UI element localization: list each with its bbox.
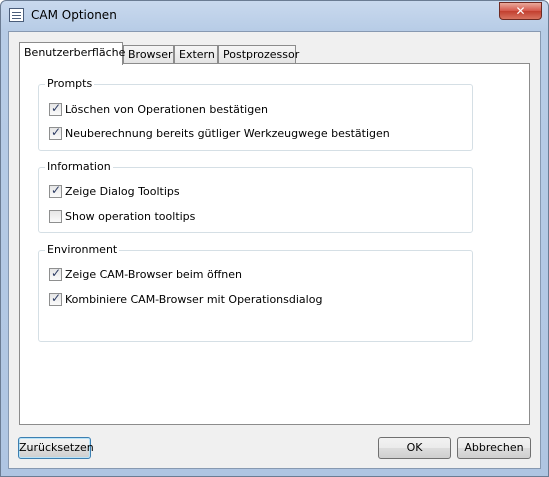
close-button[interactable]: ✕ [499, 2, 542, 20]
checkbox-label[interactable]: Show operation tooltips [65, 210, 195, 223]
window-icon [9, 8, 24, 22]
checkmark-icon: ✓ [51, 125, 62, 139]
window-title: CAM Optionen [31, 8, 117, 22]
group-label-environment: Environment [45, 243, 120, 256]
tab-browser[interactable]: Browser [123, 45, 174, 63]
checkbox-box[interactable] [49, 210, 62, 223]
tab-panel: Prompts ✓ Löschen von Operationen bestät… [19, 63, 530, 425]
group-information: Information ✓ Zeige Dialog Tooltips Show… [38, 160, 473, 233]
title-bar[interactable]: CAM Optionen ✕ [1, 1, 548, 31]
checkbox-label[interactable]: Kombiniere CAM-Browser mit Operationsdia… [65, 293, 322, 306]
tab-extern[interactable]: Extern [174, 45, 218, 63]
ok-button[interactable]: OK [378, 437, 451, 459]
checkbox-box[interactable]: ✓ [49, 291, 62, 306]
cancel-button[interactable]: Abbrechen [457, 437, 531, 459]
dialog-client-area: Benutzerberfläche Browser Extern Postpro… [8, 31, 541, 469]
group-label-information: Information [45, 160, 113, 173]
checkbox-box[interactable]: ✓ [49, 125, 62, 140]
checkmark-icon: ✓ [51, 183, 62, 197]
reset-button[interactable]: Zurücksetzen [18, 437, 94, 459]
checkmark-icon: ✓ [51, 101, 62, 115]
checkbox-box[interactable]: ✓ [49, 266, 62, 281]
tab-benutzeroberflaeche[interactable]: Benutzerberfläche [19, 42, 125, 65]
checkbox-label[interactable]: Neuberechnung bereits gütliger Werkzeugw… [65, 127, 390, 140]
dialog-window: CAM Optionen ✕ Benutzerberfläche Browser… [0, 0, 549, 477]
checkbox-box[interactable]: ✓ [49, 183, 62, 198]
group-environment: Environment ✓ Zeige CAM-Browser beim öff… [38, 243, 473, 342]
group-prompts: Prompts ✓ Löschen von Operationen bestät… [38, 77, 473, 151]
checkmark-icon: ✓ [51, 291, 62, 305]
group-label-prompts: Prompts [45, 77, 95, 90]
checkbox-label[interactable]: Löschen von Operationen bestätigen [65, 103, 268, 116]
tab-postprozessor[interactable]: Postprozessor [218, 45, 299, 63]
checkmark-icon: ✓ [51, 266, 62, 280]
checkbox-box[interactable]: ✓ [49, 101, 62, 116]
checkbox-label[interactable]: Zeige Dialog Tooltips [65, 185, 180, 198]
checkbox-label[interactable]: Zeige CAM-Browser beim öffnen [65, 268, 242, 281]
